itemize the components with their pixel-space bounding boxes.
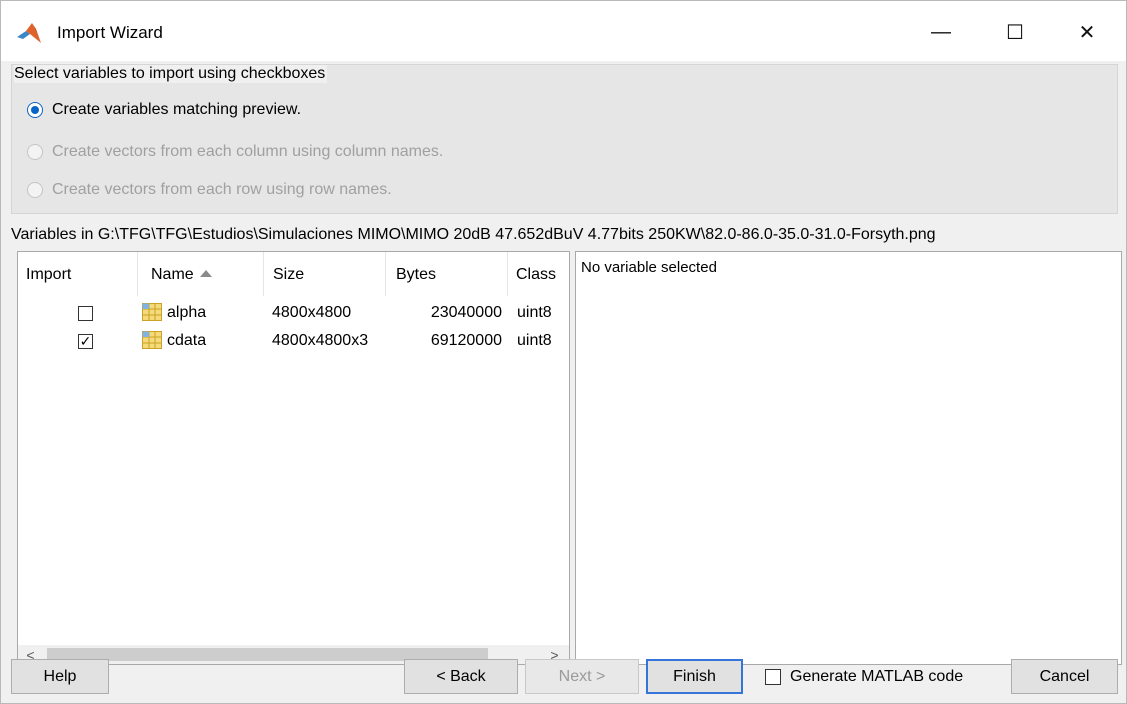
back-button[interactable]: < Back [404,659,518,694]
cancel-button[interactable]: Cancel [1011,659,1118,694]
radio-vectors-columns[interactable]: Create vectors from each column using co… [27,143,443,161]
cell-class: uint8 [517,332,552,349]
table-row[interactable]: ✓ cdata 4800x4800x3 69120000 uint8 [18,331,569,353]
column-header-size[interactable]: Size [264,252,386,296]
radio-label: Create variables matching preview. [52,101,302,118]
import-checkbox[interactable] [78,306,93,321]
title-bar[interactable]: Import Wizard — ☐ ✕ [1,1,1126,61]
checkbox-box[interactable] [765,669,781,685]
radio-label: Create vectors from each column using co… [52,143,444,160]
cell-class: uint8 [517,304,552,321]
minimize-button[interactable]: — [918,15,964,49]
matrix-variable-icon [142,303,162,321]
finish-button[interactable]: Finish [646,659,743,694]
preview-text: No variable selected [581,259,717,276]
import-checkbox[interactable]: ✓ [78,334,93,349]
generate-code-checkbox[interactable]: Generate MATLAB code [765,668,963,686]
column-header-bytes[interactable]: Bytes [386,252,508,296]
radio-button-disabled[interactable] [27,182,43,198]
maximize-button[interactable]: ☐ [992,15,1038,49]
table-row[interactable]: alpha 4800x4800 23040000 uint8 [18,303,569,325]
variable-preview-panel: No variable selected [575,251,1122,665]
column-header-name[interactable]: Name [138,252,264,296]
cell-name: alpha [167,304,207,321]
matlab-logo-icon [17,23,41,43]
cell-size: 4800x4800 [272,304,352,321]
radio-button-disabled[interactable] [27,144,43,160]
cell-size: 4800x4800x3 [272,332,369,349]
variables-path-label: Variables in G:\TFG\TFG\Estudios\Simulac… [11,226,936,243]
radio-create-variables[interactable]: Create variables matching preview. [27,101,301,119]
sort-ascending-icon [199,270,212,277]
table-header: Import Name Size Bytes Class [18,252,569,296]
import-wizard-window: Import Wizard — ☐ ✕ Select variables to … [0,0,1127,704]
matrix-variable-icon [142,331,162,349]
column-header-import[interactable]: Import [18,252,138,296]
generate-code-label: Generate MATLAB code [790,668,964,685]
help-button[interactable]: Help [11,659,109,694]
close-button[interactable]: ✕ [1064,15,1110,49]
column-header-class[interactable]: Class [508,252,569,296]
radio-vectors-rows[interactable]: Create vectors from each row using row n… [27,181,392,199]
radio-label: Create vectors from each row using row n… [52,181,392,198]
radio-button-checked[interactable] [27,102,43,118]
cell-bytes: 23040000 [430,304,502,321]
next-button[interactable]: Next > [525,659,639,694]
options-legend: Select variables to import using checkbo… [14,65,328,83]
cell-bytes: 69120000 [430,332,502,349]
window-title: Import Wizard [57,23,163,42]
cell-name: cdata [167,332,207,349]
variables-table[interactable]: Import Name Size Bytes Class alpha 4800x… [17,251,570,665]
